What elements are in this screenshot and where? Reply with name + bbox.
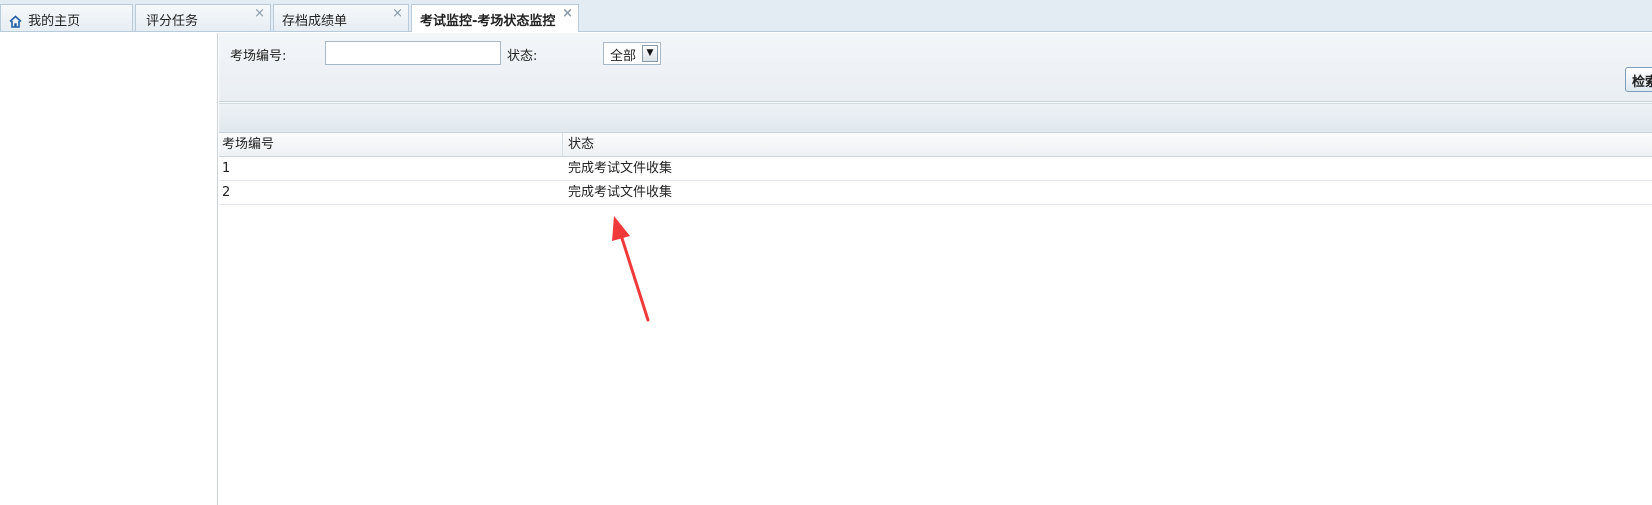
tab-scoring-task[interactable]: 评分任务 × (135, 4, 271, 31)
table-row[interactable]: 1 完成考试文件收集 (219, 157, 1652, 181)
search-button[interactable]: 检索 (1625, 67, 1652, 92)
column-header-room-number[interactable]: 考场编号 (219, 133, 563, 157)
status-selected-value: 全部 (610, 49, 637, 64)
chevron-down-icon[interactable]: ▼ (642, 45, 658, 62)
tab-exam-room-monitor[interactable]: 考试监控-考场状态监控 × (411, 4, 579, 32)
status-label: 状态: (507, 49, 538, 64)
room-number-cell: 1 (222, 161, 231, 176)
column-header-status[interactable]: 状态 (563, 133, 1652, 157)
close-icon[interactable]: × (254, 6, 265, 21)
tab-archived-scores[interactable]: 存档成绩单 × (273, 4, 409, 31)
left-panel (0, 33, 218, 505)
close-icon[interactable]: × (392, 6, 403, 21)
search-panel: 考场编号: 状态: 全部 ▼ 检索 (219, 33, 1652, 102)
tab-bar: 我的主页 评分任务 × 存档成绩单 × 考试监控-考场状态监控 × (0, 0, 1652, 32)
grid-toolbar (219, 103, 1652, 133)
status-cell: 完成考试文件收集 (568, 161, 673, 176)
tab-label: 存档成绩单 (282, 14, 348, 29)
tab-label: 我的主页 (28, 14, 81, 29)
tab-label: 考试监控-考场状态监控 (420, 14, 556, 29)
close-icon[interactable]: × (562, 6, 573, 21)
tab-label: 评分任务 (146, 14, 199, 29)
home-icon (9, 15, 22, 31)
tab-home[interactable]: 我的主页 (0, 4, 133, 31)
data-grid: 考场编号 状态 1 完成考试文件收集 2 完成考试文件收集 (219, 133, 1652, 205)
room-number-input[interactable] (325, 41, 501, 65)
status-cell: 完成考试文件收集 (568, 185, 673, 200)
room-number-cell: 2 (222, 185, 231, 200)
status-select[interactable]: 全部 ▼ (603, 42, 661, 65)
grid-header-row: 考场编号 状态 (219, 133, 1652, 157)
table-row[interactable]: 2 完成考试文件收集 (219, 181, 1652, 205)
room-number-label: 考场编号: (230, 49, 287, 64)
annotation-arrow-icon (612, 216, 650, 322)
